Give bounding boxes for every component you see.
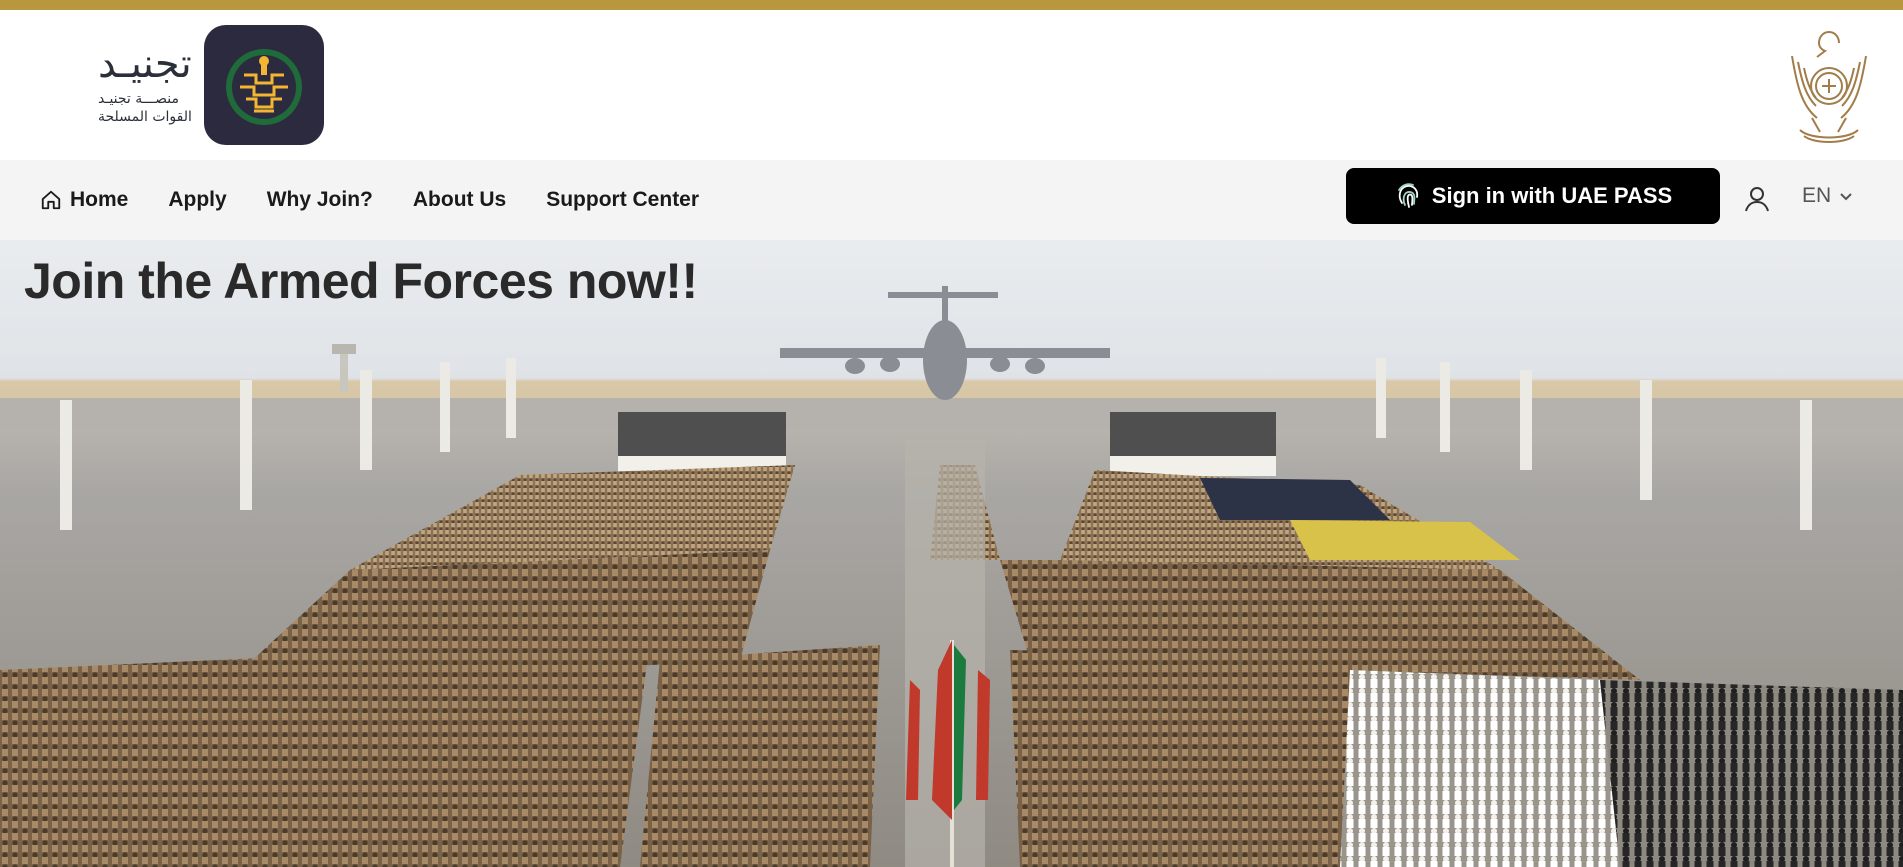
top-accent-bar bbox=[0, 0, 1903, 10]
logo-badge-icon bbox=[203, 25, 324, 145]
language-label: EN bbox=[1802, 184, 1832, 207]
home-icon bbox=[40, 189, 62, 211]
hero-title: Join the Armed Forces now!! bbox=[24, 253, 698, 309]
chevron-down-icon bbox=[1839, 184, 1853, 208]
nav-item-home-label: Home bbox=[70, 188, 129, 211]
uaepass-signin-label: Sign in with UAE PASS bbox=[1431, 183, 1673, 208]
hero-banner: Join the Armed Forces now!! bbox=[0, 240, 1903, 867]
logo-text: تجنيـد منصـــة تجنيـد القوات المسلحة bbox=[98, 44, 192, 126]
nav-item-support-center[interactable]: Support Center bbox=[546, 188, 699, 212]
header: تجنيـد منصـــة تجنيـد القوات المسلحة bbox=[0, 10, 1903, 160]
nav-item-apply[interactable]: Apply bbox=[168, 188, 226, 212]
user-icon[interactable] bbox=[1742, 184, 1772, 214]
hero-ceremony-image bbox=[0, 286, 1903, 867]
nav-items: Home Apply Why Join? About Us Support Ce… bbox=[40, 160, 739, 240]
logo-main-text: تجنيـد bbox=[98, 40, 192, 87]
nav-item-why-join[interactable]: Why Join? bbox=[267, 188, 373, 212]
tajneed-logo[interactable]: تجنيـد منصـــة تجنيـد القوات المسلحة bbox=[98, 24, 324, 146]
uae-emblem-icon bbox=[1782, 26, 1876, 150]
uaepass-signin-button[interactable]: Sign in with UAE PASS bbox=[1346, 168, 1720, 224]
logo-sub-line-2: القوات المسلحة bbox=[98, 109, 192, 125]
language-selector[interactable]: EN bbox=[1802, 184, 1853, 208]
fingerprint-icon bbox=[1394, 181, 1424, 211]
logo-sub-line-1: منصـــة تجنيـد bbox=[98, 90, 179, 107]
main-nav: Home Apply Why Join? About Us Support Ce… bbox=[0, 160, 1903, 240]
nav-item-about-us[interactable]: About Us bbox=[413, 188, 506, 212]
nav-item-home[interactable]: Home bbox=[40, 188, 128, 212]
